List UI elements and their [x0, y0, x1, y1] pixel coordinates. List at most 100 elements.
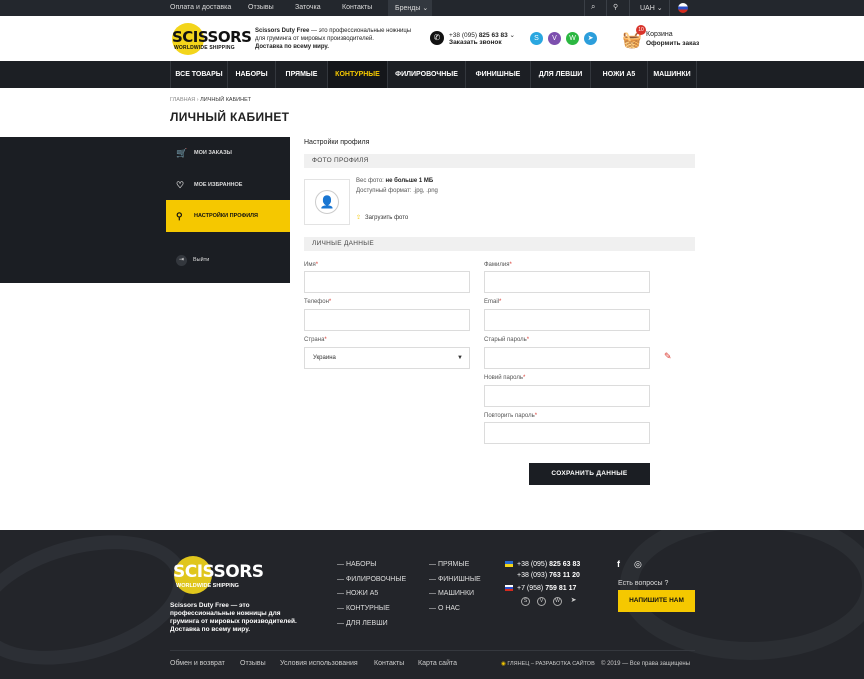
nav-item-lefthand[interactable]: ДЛЯ ЛЕВШИ: [530, 61, 590, 88]
footer-link[interactable]: — ФИЛИРОВОЧНЫЕ: [337, 576, 406, 583]
photo-size-info: Вес фото: не больше 1 МБ: [356, 178, 433, 184]
surname-field[interactable]: [484, 271, 650, 293]
footer-link[interactable]: — ДЛЯ ЛЕВШИ: [337, 620, 388, 627]
new-password-field[interactable]: [484, 385, 650, 407]
logo-subtitle: WORLDWIDE SHIPPING: [174, 45, 235, 51]
viber-icon[interactable]: V: [548, 32, 561, 45]
footer-logo[interactable]: SCISSORS WORLDWIDE SHIPPING: [170, 550, 270, 600]
nav-item-clippers[interactable]: МАШИНКИ: [647, 61, 697, 88]
divider: [669, 0, 670, 16]
whatsapp-icon[interactable]: W: [553, 597, 562, 606]
nav-item-all[interactable]: ВСЕ ТОВАРЫ: [170, 61, 227, 88]
developer-link[interactable]: ◉ ГЛЯНЕЦ – РАЗРАБОТКА САЙТОВ: [501, 661, 595, 667]
facebook-icon[interactable]: f: [617, 559, 620, 569]
logout-label: Выйти: [193, 257, 210, 263]
sidebar-item-profile-settings[interactable]: ⚲ НАСТРОЙКИ ПРОФИЛЯ: [166, 200, 290, 232]
skype-icon[interactable]: S: [530, 32, 543, 45]
contact-us-button[interactable]: НАПИШИТЕ НАМ: [618, 590, 695, 612]
footer-bottom-link[interactable]: Контакты: [374, 660, 404, 667]
whatsapp-icon[interactable]: W: [566, 32, 579, 45]
old-password-field[interactable]: [484, 347, 650, 369]
chevron-down-icon: ⌄: [422, 5, 429, 12]
repeat-password-field[interactable]: [484, 422, 650, 444]
skype-icon[interactable]: S: [521, 597, 530, 606]
new-password-label: Новий пароль*: [484, 375, 526, 381]
profile-photo[interactable]: 👤: [304, 179, 350, 225]
currency-selector[interactable]: UAH ⌄: [640, 4, 663, 12]
footer-link[interactable]: — НАБОРЫ: [337, 561, 377, 568]
divider: [584, 0, 585, 16]
profile-title: Настройки профиля: [304, 139, 370, 146]
footer-bottom-link[interactable]: Обмен и возврат: [170, 660, 225, 667]
nav-item-straight[interactable]: ПРЯМЫЕ: [275, 61, 327, 88]
viber-icon[interactable]: V: [537, 597, 546, 606]
footer-link[interactable]: — ФИНИШНЫЕ: [429, 576, 481, 583]
phone-prefix: +38 (095): [517, 561, 550, 568]
footer-link[interactable]: — НОЖИ А5: [337, 590, 378, 597]
callback-link[interactable]: Заказать звонок: [449, 39, 502, 46]
footer-bottom-link[interactable]: Отзывы: [240, 660, 266, 667]
footer-link[interactable]: — ПРЯМЫЕ: [429, 561, 469, 568]
breadcrumb-home[interactable]: ГЛАВНАЯ: [170, 97, 195, 103]
size-label: Вес фото:: [356, 178, 386, 184]
nav-item-sets[interactable]: НАБОРЫ: [227, 61, 275, 88]
logout-icon: ⇥: [176, 255, 187, 266]
footer-link[interactable]: — КОНТУРНЫЕ: [337, 605, 390, 612]
phone-label: Телефон*: [304, 299, 332, 305]
phone-prefix: +38 (095): [449, 32, 479, 39]
footer-bottom-link[interactable]: Условия использования: [280, 660, 358, 667]
footer-link[interactable]: — О НАС: [429, 605, 460, 612]
edit-pencil-icon[interactable]: ✎: [664, 351, 672, 362]
footer-link[interactable]: — МАШИНКИ: [429, 590, 474, 597]
label-text: Новий пароль: [484, 375, 523, 381]
topbar-link-reviews[interactable]: Отзывы: [248, 4, 274, 11]
topbar-link-sharpening[interactable]: Заточка: [295, 4, 321, 11]
nav-item-thinning[interactable]: ФИЛИРОВОЧНЫЕ: [387, 61, 465, 88]
footer-phone[interactable]: +38 (095) 825 63 83: [505, 561, 580, 568]
flag-russia-icon[interactable]: [678, 3, 688, 13]
heart-icon: ♡: [176, 180, 185, 190]
copyright: © 2019 — Все права защищены: [601, 661, 690, 667]
developer-logo-icon: ◉: [501, 661, 506, 667]
footer-divider: [170, 650, 695, 651]
sidebar-item-orders[interactable]: 🛒 МОИ ЗАКАЗЫ: [166, 137, 290, 169]
phone-prefix: +7 (958): [517, 585, 546, 592]
instagram-icon[interactable]: ◎: [634, 559, 642, 570]
divider: [606, 0, 607, 16]
site-logo[interactable]: SCISSORS WORLDWIDE SHIPPING: [170, 21, 252, 57]
phone-field[interactable]: [304, 309, 470, 331]
avatar-placeholder-icon: 👤: [315, 190, 339, 214]
cart-label: Корзина: [646, 31, 673, 38]
format-label: Доступный формат:: [356, 188, 414, 194]
email-field[interactable]: [484, 309, 650, 331]
nav-item-a5[interactable]: НОЖИ А5: [590, 61, 647, 88]
email-label: Email*: [484, 299, 502, 305]
search-icon[interactable]: ⌕: [591, 2, 595, 12]
user-icon[interactable]: ⚲: [613, 3, 618, 11]
nav-item-finishing[interactable]: ФИНИШНЫЕ: [465, 61, 530, 88]
repeat-password-label: Повторить пароль*: [484, 413, 538, 419]
save-button[interactable]: СОХРАНИТЬ ДАННЫЕ: [529, 463, 650, 485]
footer-phone[interactable]: +38 (093) 763 11 20: [517, 572, 580, 579]
topbar-link-contacts[interactable]: Контакты: [342, 4, 372, 11]
logout-link[interactable]: ⇥ Выйти: [176, 255, 209, 266]
top-bar: Оплата и доставка Отзывы Заточка Контакт…: [0, 0, 864, 16]
telegram-icon[interactable]: ➤: [569, 597, 578, 606]
header-phone[interactable]: +38 (095) 825 63 83 ⌄: [449, 31, 515, 39]
upload-photo-link[interactable]: ⇪ Загрузить фото: [356, 214, 408, 221]
brands-dropdown[interactable]: Бренды ⌄: [388, 0, 432, 16]
telegram-icon[interactable]: ➤: [584, 32, 597, 45]
sidebar-item-favorites[interactable]: ♡ МОЕ ИЗБРАННОЕ: [166, 169, 290, 201]
checkout-link[interactable]: Оформить заказ: [646, 40, 699, 47]
topbar-link-delivery[interactable]: Оплата и доставка: [170, 4, 231, 11]
nav-item-contour[interactable]: КОНТУРНЫЕ: [327, 61, 387, 88]
country-select[interactable]: Украина ▼: [304, 347, 470, 369]
upload-icon: ⇪: [356, 215, 362, 221]
breadcrumb: ГЛАВНАЯ › ЛИЧНЫЙ КАБИНЕТ: [170, 97, 251, 103]
country-value: Украина: [313, 355, 336, 361]
footer-phone[interactable]: +7 (958) 759 81 17: [505, 585, 576, 592]
cart-count-badge: 10: [636, 25, 646, 35]
name-field[interactable]: [304, 271, 470, 293]
flag-ukraine-icon: [505, 561, 513, 568]
footer-bottom-link[interactable]: Карта сайта: [418, 660, 457, 667]
